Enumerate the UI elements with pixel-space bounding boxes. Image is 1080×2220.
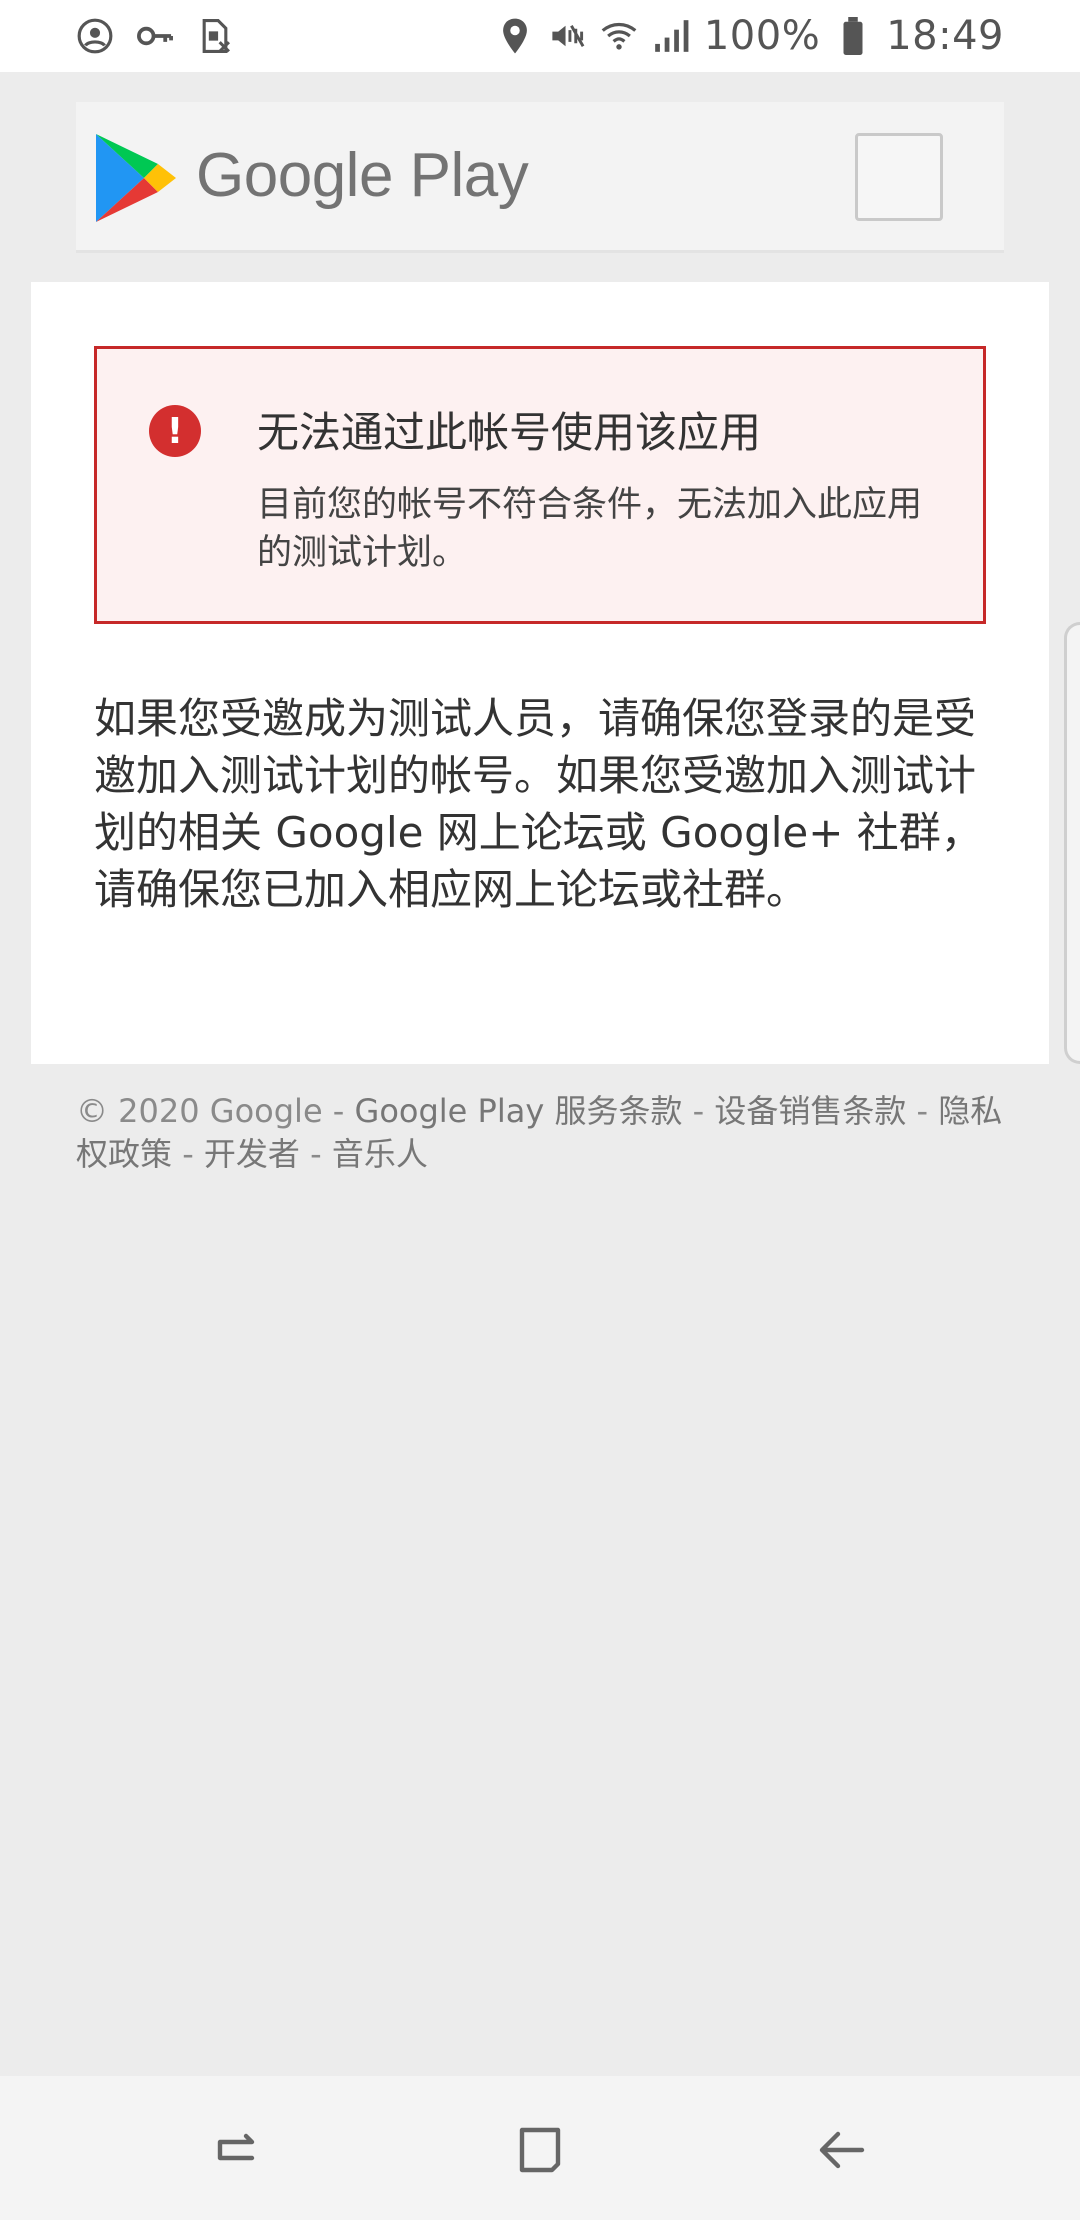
error-banner: ! 无法通过此帐号使用该应用 目前您的帐号不符合条件，无法加入此应用的测试计划。 bbox=[94, 346, 986, 624]
recent-apps-icon[interactable] bbox=[208, 2122, 264, 2178]
error-description: 目前您的帐号不符合条件，无法加入此应用的测试计划。 bbox=[257, 485, 923, 573]
footer-link-artists[interactable]: 音乐人 bbox=[332, 1135, 428, 1173]
separator: - bbox=[906, 1092, 939, 1130]
menu-button[interactable] bbox=[855, 133, 943, 221]
separator: - bbox=[682, 1092, 715, 1130]
footer-link-developers[interactable]: 开发者 bbox=[204, 1135, 300, 1173]
copyright: © 2020 Google bbox=[76, 1092, 323, 1130]
edge-panel-handle[interactable] bbox=[1064, 622, 1080, 1064]
footer-link-terms[interactable]: Google Play 服务条款 bbox=[355, 1092, 683, 1130]
info-text: 如果您受邀成为测试人员，请确保您登录的是受邀加入测试计划的帐号。如果您受邀加入测… bbox=[94, 694, 983, 914]
separator: - bbox=[299, 1135, 332, 1173]
sim-off-icon bbox=[196, 17, 234, 55]
status-bar: 100% 18:49 bbox=[0, 0, 1080, 72]
error-icon: ! bbox=[149, 405, 201, 457]
footer: © 2020 Google - Google Play 服务条款 - 设备销售条… bbox=[76, 1090, 1006, 1176]
google-play-logo[interactable] bbox=[94, 132, 178, 224]
home-icon[interactable] bbox=[512, 2122, 568, 2178]
battery-percent: 100% bbox=[703, 13, 821, 59]
separator: - bbox=[172, 1135, 204, 1173]
mute-vibrate-icon bbox=[548, 17, 586, 55]
content-card: ! 无法通过此帐号使用该应用 目前您的帐号不符合条件，无法加入此应用的测试计划。… bbox=[31, 282, 1049, 1064]
error-title: 无法通过此帐号使用该应用 bbox=[257, 408, 762, 457]
location-icon bbox=[496, 17, 534, 55]
separator: - bbox=[322, 1092, 355, 1130]
key-icon bbox=[136, 17, 174, 55]
battery-icon bbox=[834, 17, 872, 55]
account-circle-icon bbox=[76, 17, 114, 55]
clock: 18:49 bbox=[886, 13, 1004, 59]
signal-icon bbox=[652, 17, 690, 55]
wifi-icon bbox=[600, 17, 638, 55]
header-title: Google Play bbox=[196, 141, 529, 210]
footer-link-device-terms[interactable]: 设备销售条款 bbox=[714, 1092, 906, 1130]
app-header: Google Play bbox=[76, 102, 1004, 253]
back-icon[interactable] bbox=[814, 2122, 870, 2178]
navigation-bar bbox=[0, 2076, 1080, 2220]
